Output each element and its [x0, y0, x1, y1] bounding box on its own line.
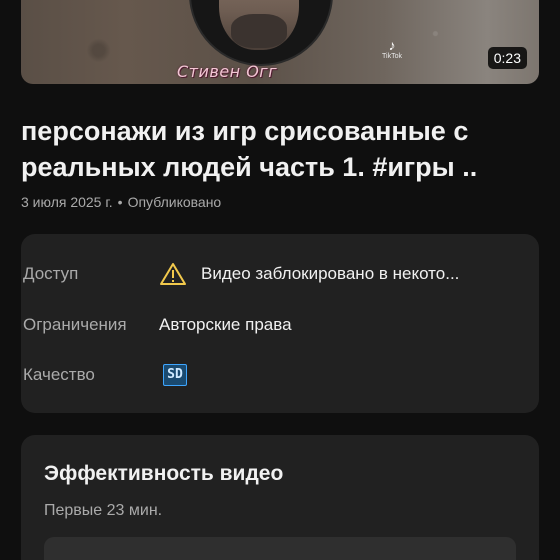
publish-status: Опубликовано: [127, 194, 222, 210]
performance-summary-box[interactable]: [44, 537, 516, 560]
access-label: Доступ: [23, 264, 79, 283]
performance-title: Эффективность видео: [44, 462, 284, 485]
restrictions-value: Авторские права: [159, 315, 292, 334]
access-value-group: Видео заблокировано в некото...: [159, 262, 459, 286]
thumbnail-caption: Стивен Огг: [177, 62, 278, 81]
video-details-page: Стивен Огг ♪ TikTok 0:23 персонажи из иг…: [0, 0, 560, 560]
video-thumbnail[interactable]: Стивен Огг ♪ TikTok 0:23: [21, 0, 539, 84]
access-value: Видео заблокировано в некото...: [201, 264, 460, 283]
sd-quality-icon: SD: [163, 364, 187, 386]
video-title: персонажи из игр срисованные с реальных …: [21, 116, 478, 182]
duration-badge: 0:23: [487, 47, 527, 69]
video-meta: 3 июля 2025 г. • Опубликовано: [21, 194, 221, 210]
restrictions-row[interactable]: Ограничения Авторские права: [23, 313, 540, 337]
tiktok-icon: ♪: [388, 37, 396, 53]
warning-icon: [160, 263, 186, 285]
access-row[interactable]: Доступ Видео заблокировано в некото...: [23, 262, 540, 286]
quality-label: Качество: [23, 365, 95, 384]
performance-subtitle: Первые 23 мин.: [44, 502, 163, 519]
publish-date: 3 июля 2025 г.: [21, 194, 113, 210]
restrictions-label: Ограничения: [23, 315, 127, 334]
meta-separator: •: [117, 194, 123, 210]
tiktok-watermark: ♪ TikTok: [374, 37, 410, 61]
quality-row: Качество SD: [23, 363, 540, 387]
tiktok-label: TikTok: [382, 53, 402, 61]
